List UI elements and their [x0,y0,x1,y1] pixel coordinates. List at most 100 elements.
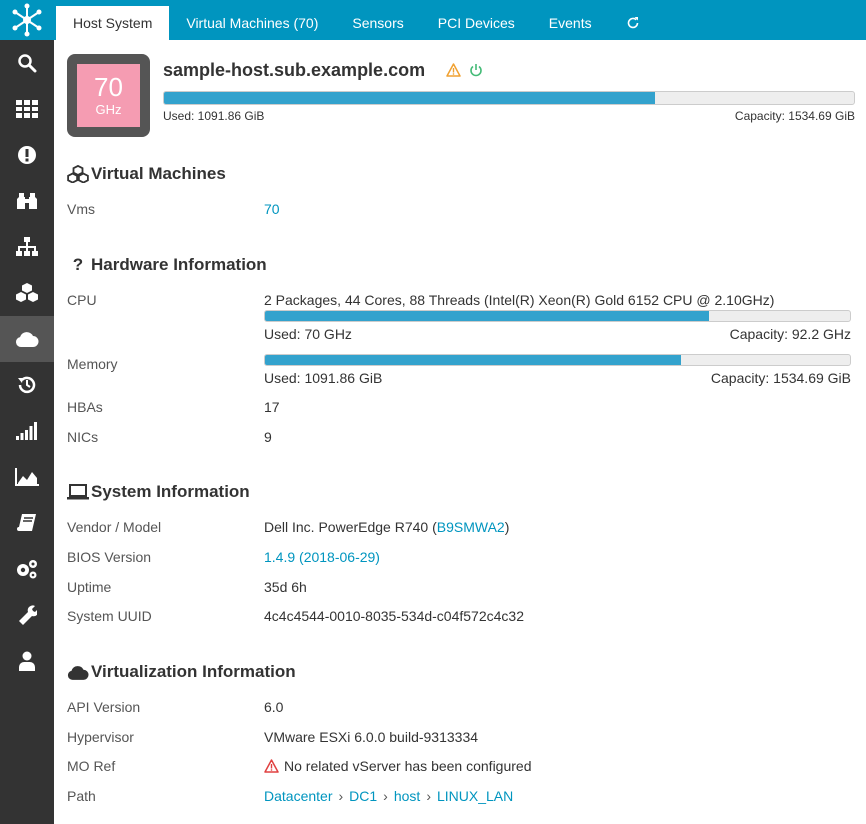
hbas-label: HBAs [67,399,103,415]
app-logo[interactable] [0,0,54,40]
path-separator: › [383,788,388,804]
host-storage-used: Used: 1091.86 GiB [163,109,265,123]
vms-label: Vms [67,201,95,217]
cpu-value: 2 Packages, 44 Cores, 88 Threads (Intel(… [264,292,775,308]
memory-label: Memory [67,356,118,372]
api-version-value: 6.0 [264,699,284,715]
path-label: Path [67,788,96,804]
uptime-value: 35d 6h [264,579,307,595]
tab-sensors[interactable]: Sensors [335,6,420,40]
host-name: sample-host.sub.example.com [163,60,426,80]
nav-reports[interactable] [0,408,54,454]
host-storage-bar [163,91,855,105]
moref-message: No related vServer has been configured [284,758,532,774]
uptime-label: Uptime [67,579,112,595]
cpu-usage-bar-fill [265,311,709,321]
area-chart-icon [15,468,39,486]
section-system-title: System Information [91,482,250,501]
binoculars-icon [17,193,37,209]
bios-version-link[interactable]: 1.4.9 (2018-06-29) [264,549,380,565]
hypervisor-label: Hypervisor [67,729,134,745]
cpu-used: Used: 70 GHz [264,326,352,342]
signal-bars-icon [16,422,37,440]
search-icon [18,54,37,73]
question-icon: ? [72,255,84,274]
serial-number-link[interactable]: B9SMWA2 [437,519,505,535]
path-dc1-link[interactable]: DC1 [349,788,377,804]
network-logo-icon [12,3,42,37]
section-virtualization-title: Virtualization Information [91,662,296,681]
nav-overview[interactable] [0,178,54,224]
cpu-usage-bar [264,310,851,322]
section-virtual-machines-title: Virtual Machines [91,164,226,183]
nav-problems[interactable] [0,132,54,178]
nav-user[interactable] [0,638,54,684]
book-icon [17,514,36,531]
uuid-label: System UUID [67,608,152,624]
tab-host-system[interactable]: Host System [56,6,170,40]
host-cpu-badge: 70 GHz [67,54,150,137]
wrench-icon [19,605,37,625]
host-storage-bar-fill [164,92,655,104]
cubes-icon [16,283,38,302]
host-storage-capacity: Capacity: 1534.69 GiB [734,109,855,123]
memory-usage-bar-fill [265,355,681,365]
path-datacenter-link[interactable]: Datacenter [264,788,332,804]
nav-topology[interactable] [0,224,54,270]
vendor-value: Dell Inc. PowerEdge R740 (B9SMWA2) [264,519,510,535]
nav-configuration[interactable] [0,546,54,592]
tab-bar: Host System Virtual Machines (70) Sensor… [54,0,866,40]
api-version-label: API Version [67,699,141,715]
memory-used: Used: 1091.86 GiB [264,370,383,386]
nav-history[interactable] [0,362,54,408]
tab-virtual-machines[interactable]: Virtual Machines (70) [169,6,335,40]
host-status-icons [446,63,483,77]
memory-capacity: Capacity: 1534.69 GiB [710,370,851,386]
memory-usage-bar [264,354,851,366]
section-system: System Information [67,482,250,502]
section-hardware: ? Hardware Information [67,255,267,275]
nav-search[interactable] [0,40,54,86]
path-linux-lan-link[interactable]: LINUX_LAN [437,788,513,804]
vendor-label: Vendor / Model [67,519,162,535]
grid-icon [16,100,38,118]
nav-graphs[interactable] [0,454,54,500]
path-host-link[interactable]: host [394,788,420,804]
section-virtualization: Virtualization Information [67,662,296,682]
host-cpu-badge-unit: GHz [95,102,122,117]
host-header: 70 GHz sample-host.sub.example.com Used:… [67,54,857,138]
refresh-icon [627,17,638,29]
path-breadcrumb: Datacenter › DC1 › host › LINUX_LAN [264,788,513,804]
nav-virtualization[interactable] [0,316,54,362]
sitemap-icon [16,237,38,256]
cpu-capacity: Capacity: 92.2 GHz [729,326,851,342]
cubes-icon [67,165,89,183]
user-icon [19,651,35,671]
gears-icon [17,560,37,579]
cpu-label: CPU [67,292,97,308]
sidebar [0,0,54,824]
nics-value: 9 [264,429,272,445]
path-separator: › [426,788,431,804]
vms-link[interactable]: 70 [264,201,280,217]
warning-icon [264,759,279,773]
history-icon [18,376,36,394]
hbas-value: 17 [264,399,280,415]
nav-documentation[interactable] [0,500,54,546]
host-cpu-badge-value: 70 [94,72,123,102]
bios-label: BIOS Version [67,549,152,565]
exclamation-icon [18,146,36,164]
power-on-icon[interactable] [469,63,483,77]
tab-pci-devices[interactable]: PCI Devices [421,6,532,40]
nav-tools[interactable] [0,592,54,638]
tab-events[interactable]: Events [532,6,609,40]
section-hardware-title: Hardware Information [91,255,267,274]
nav-dashboard[interactable] [0,86,54,132]
path-separator: › [338,788,344,804]
warning-icon[interactable] [446,63,461,77]
section-virtual-machines: Virtual Machines [67,164,226,184]
refresh-button[interactable] [609,6,657,40]
laptop-icon [67,484,89,500]
moref-value: No related vServer has been configured [264,758,531,774]
nav-inventory[interactable] [0,270,54,316]
